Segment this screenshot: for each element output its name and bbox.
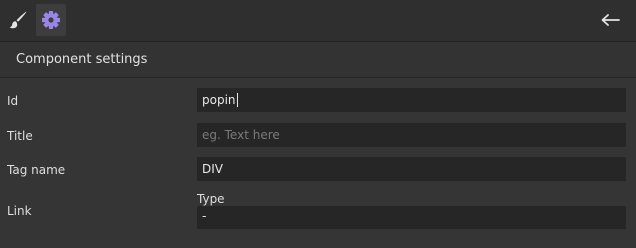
title-field[interactable]: eg. Text here: [197, 123, 626, 147]
id-field[interactable]: popin: [197, 88, 626, 112]
tag-name-label: Tag name: [7, 163, 66, 177]
title-field-placeholder: eg. Text here: [202, 128, 280, 142]
id-label: Id: [7, 94, 19, 108]
id-field-value: popin: [202, 93, 236, 107]
paint-brush-icon: [9, 11, 27, 29]
style-manager-button[interactable]: [3, 4, 33, 36]
link-type-select[interactable]: -: [197, 206, 626, 229]
component-settings-panel: Component settings Id popin Title eg. Te…: [0, 0, 636, 248]
toolbar: [0, 0, 636, 42]
arrow-left-icon: [601, 14, 620, 26]
tag-name-field-value: DIV: [202, 162, 223, 176]
trait-manager-button[interactable]: [36, 4, 66, 36]
section-header[interactable]: Component settings: [0, 42, 636, 78]
back-button[interactable]: [596, 5, 624, 35]
link-label: Link: [7, 204, 32, 218]
gear-icon: [42, 11, 60, 29]
tag-name-field[interactable]: DIV: [197, 157, 626, 181]
text-caret: [236, 92, 238, 107]
section-title: Component settings: [16, 52, 148, 67]
title-label: Title: [7, 129, 33, 143]
link-type-value: -: [202, 209, 207, 223]
link-type-label: Type: [197, 192, 225, 206]
